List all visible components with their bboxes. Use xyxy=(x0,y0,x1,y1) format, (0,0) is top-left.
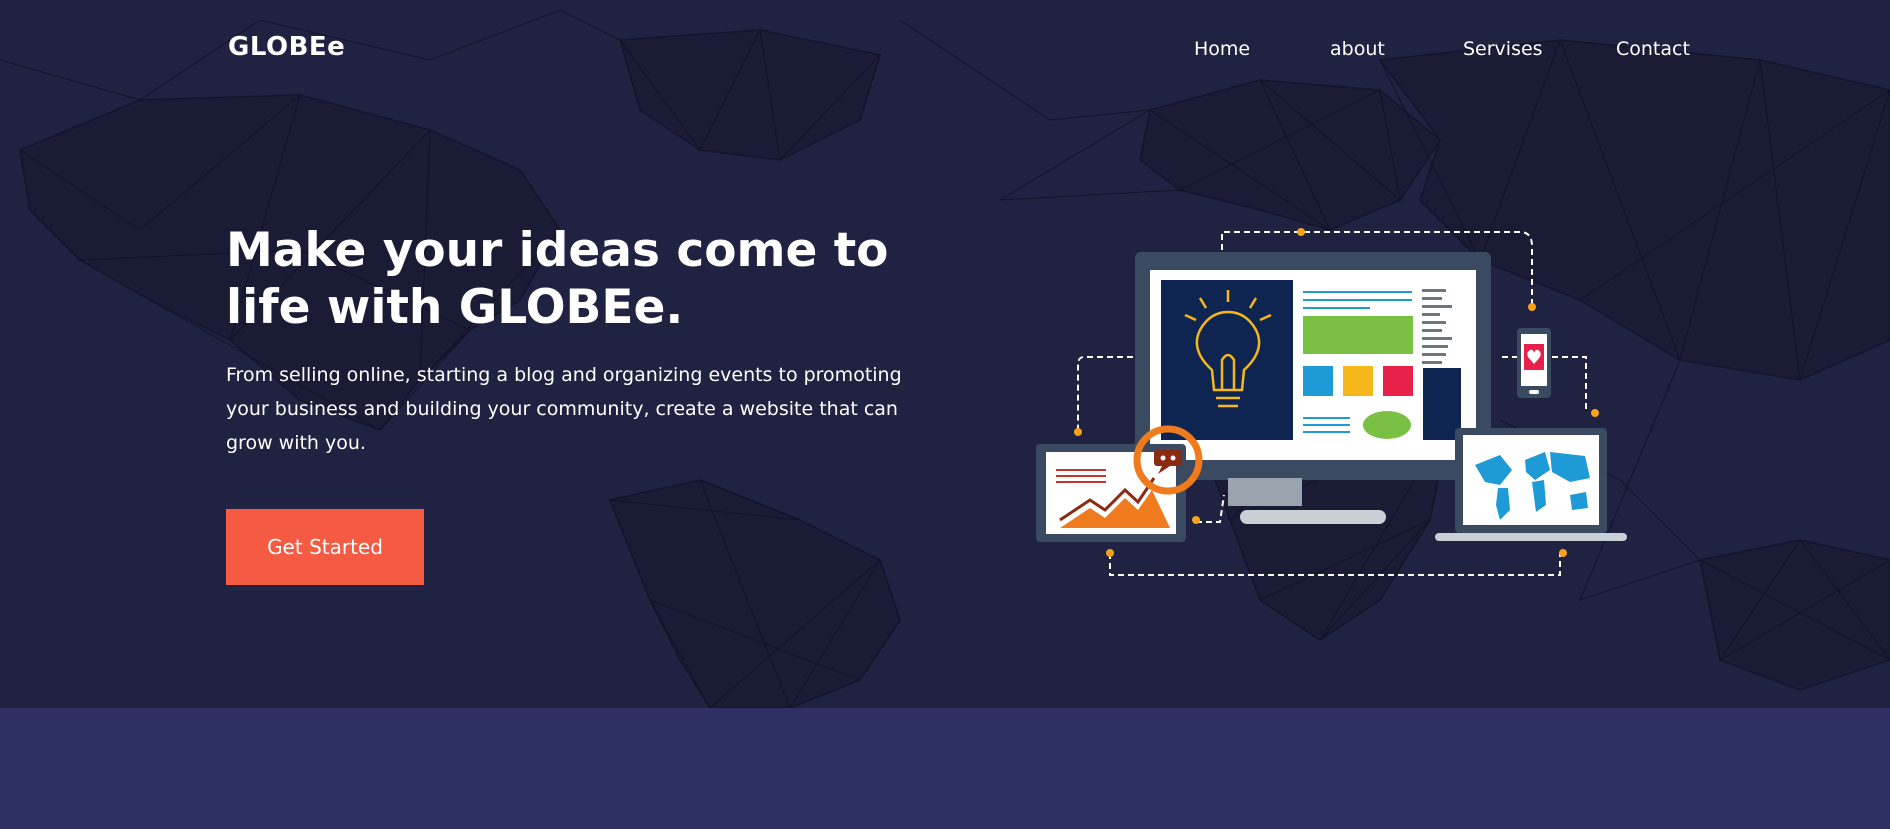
devices-illustration xyxy=(1036,228,1627,576)
laptop-world-map-icon xyxy=(1435,428,1627,541)
brand-logo[interactable]: GLOBEe xyxy=(228,32,345,62)
hero-section: GLOBEe Home about Servises Contact Make … xyxy=(0,0,1890,708)
hero-subtext: From selling online, starting a blog and… xyxy=(226,364,902,454)
nav-item-about[interactable]: about xyxy=(1330,38,1385,60)
nav-item-services[interactable]: Servises xyxy=(1463,38,1543,60)
nav-item-contact[interactable]: Contact xyxy=(1616,38,1690,60)
nav-item-home[interactable]: Home xyxy=(1194,38,1250,60)
get-started-button[interactable]: Get Started xyxy=(226,509,424,585)
lower-section xyxy=(0,708,1890,829)
smartphone-heart-icon xyxy=(1517,328,1551,398)
hero-headline: Make your ideas come to life with GLOBEe… xyxy=(226,223,889,335)
